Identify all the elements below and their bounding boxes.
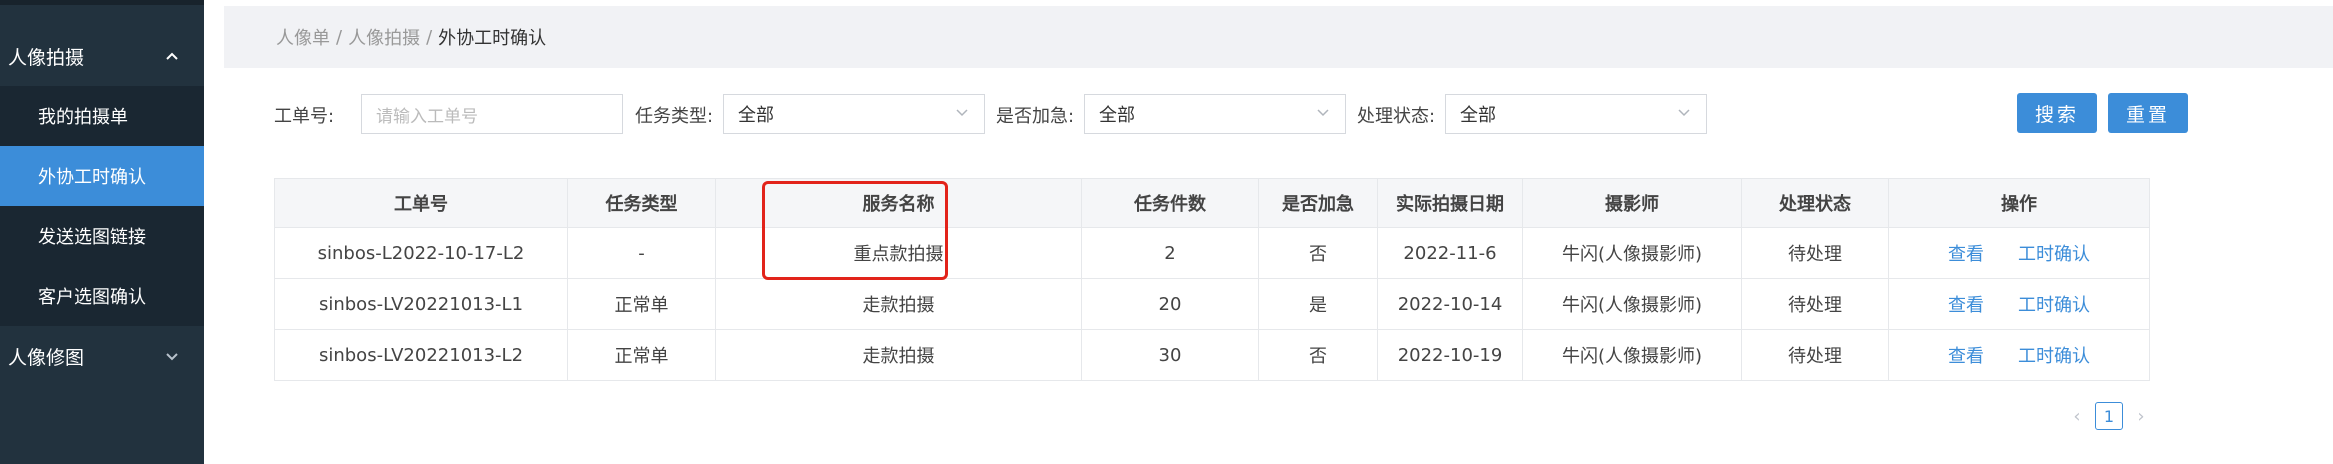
table-header-cell: 服务名称 (716, 179, 1082, 227)
next-page-button[interactable]: › (2131, 406, 2151, 427)
table-header-row: 工单号 任务类型 服务名称 任务件数 是否加急 实际拍摄日期 摄影师 处理状态 … (275, 179, 2150, 228)
table-header-cell: 操作 (1889, 179, 2150, 227)
sidebar-item-label: 我的拍摄单 (38, 107, 128, 128)
sidebar-group-label: 人像拍摄 (8, 46, 85, 69)
sidebar-item-label: 客户选图确认 (38, 287, 146, 308)
photographer-cell: 牛闪(人像摄影师) (1523, 228, 1742, 278)
status-cell: 待处理 (1742, 330, 1889, 380)
sidebar-item-client-selection-confirm[interactable]: 客户选图确认 (0, 266, 204, 326)
table-header-cell: 实际拍摄日期 (1378, 179, 1523, 227)
task-type-cell: 正常单 (568, 279, 716, 329)
urgent-cell: 否 (1259, 330, 1378, 380)
order-no-cell: sinbos-L2022-10-17-L2 (275, 228, 568, 278)
confirm-hours-link[interactable]: 工时确认 (2018, 342, 2090, 368)
urgent-cell: 是 (1259, 279, 1378, 329)
task-type-select[interactable]: 全部 (723, 94, 985, 134)
chevron-down-icon (1678, 109, 1690, 117)
actions-cell: 查看 工时确认 (1889, 228, 2150, 278)
chevron-down-icon (956, 109, 968, 117)
sidebar-item-my-shoot-orders[interactable]: 我的拍摄单 (0, 86, 204, 146)
sidebar-item-outsource-hours-confirm[interactable]: 外协工时确认 (0, 146, 204, 206)
count-cell: 20 (1082, 279, 1259, 329)
view-link[interactable]: 查看 (1948, 240, 1984, 266)
view-link[interactable]: 查看 (1948, 342, 1984, 368)
prev-page-button[interactable]: ‹ (2067, 406, 2087, 427)
urgent-select[interactable]: 全部 (1084, 94, 1346, 134)
chevron-up-icon (166, 52, 178, 60)
actions-cell: 查看 工时确认 (1889, 279, 2150, 329)
pagination: ‹ 1 › (2067, 402, 2151, 430)
confirm-hours-link[interactable]: 工时确认 (2018, 240, 2090, 266)
date-cell: 2022-10-14 (1378, 279, 1523, 329)
confirm-hours-link[interactable]: 工时确认 (2018, 291, 2090, 317)
chevron-down-icon (166, 353, 178, 361)
reset-button[interactable]: 重置 (2108, 93, 2188, 133)
table-header-cell: 任务件数 (1082, 179, 1259, 227)
table-header-cell: 处理状态 (1742, 179, 1889, 227)
table-header-cell: 是否加急 (1259, 179, 1378, 227)
status-value: 全部 (1460, 105, 1496, 126)
table-row: sinbos-L2022-10-17-L2 - 重点款拍摄 2 否 2022-1… (275, 228, 2150, 279)
breadcrumb-item[interactable]: 人像拍摄 (348, 24, 420, 50)
status-cell: 待处理 (1742, 228, 1889, 278)
service-cell: 走款拍摄 (716, 279, 1082, 329)
task-type-label: 任务类型: (635, 106, 714, 127)
service-cell: 重点款拍摄 (716, 228, 1082, 278)
status-select[interactable]: 全部 (1445, 94, 1707, 134)
sidebar: 人像拍摄 我的拍摄单 外协工时确认 发送选图链接 客户选图确认 人像修图 (0, 0, 204, 464)
order-no-cell: sinbos-LV20221013-L2 (275, 330, 568, 380)
sidebar-item-send-selection-link[interactable]: 发送选图链接 (0, 206, 204, 266)
breadcrumb-separator: / (426, 26, 433, 48)
actions-cell: 查看 工时确认 (1889, 330, 2150, 380)
urgent-label: 是否加急: (996, 106, 1075, 127)
status-cell: 待处理 (1742, 279, 1889, 329)
sidebar-group-portrait-shooting[interactable]: 人像拍摄 (0, 26, 204, 86)
main-content: 人像单 / 人像拍摄 / 外协工时确认 工单号: 请输入工单号 任务类型: 全部… (204, 0, 2333, 464)
breadcrumb-bar: 人像单 / 人像拍摄 / 外协工时确认 (224, 6, 2333, 68)
task-type-cell: - (568, 228, 716, 278)
search-button[interactable]: 搜索 (2017, 93, 2097, 133)
photographer-cell: 牛闪(人像摄影师) (1523, 330, 1742, 380)
date-cell: 2022-11-6 (1378, 228, 1523, 278)
view-link[interactable]: 查看 (1948, 291, 1984, 317)
breadcrumb: 人像单 / 人像拍摄 / 外协工时确认 (276, 6, 546, 68)
order-no-input[interactable]: 请输入工单号 (361, 94, 623, 134)
status-label: 处理状态: (1357, 106, 1436, 127)
orders-table: 工单号 任务类型 服务名称 任务件数 是否加急 实际拍摄日期 摄影师 处理状态 … (274, 178, 2150, 381)
sidebar-group-label: 人像修图 (8, 346, 85, 369)
urgent-value: 全部 (1099, 105, 1135, 126)
breadcrumb-item[interactable]: 人像单 (276, 24, 330, 50)
task-type-value: 全部 (738, 105, 774, 126)
order-no-cell: sinbos-LV20221013-L1 (275, 279, 568, 329)
count-cell: 2 (1082, 228, 1259, 278)
table-row: sinbos-LV20221013-L2 正常单 走款拍摄 30 否 2022-… (275, 330, 2150, 381)
photographer-cell: 牛闪(人像摄影师) (1523, 279, 1742, 329)
table-header-cell: 摄影师 (1523, 179, 1742, 227)
sidebar-item-label: 发送选图链接 (38, 227, 146, 248)
service-cell: 走款拍摄 (716, 330, 1082, 380)
table-row: sinbos-LV20221013-L1 正常单 走款拍摄 20 是 2022-… (275, 279, 2150, 330)
urgent-cell: 否 (1259, 228, 1378, 278)
table-header-cell: 任务类型 (568, 179, 716, 227)
date-cell: 2022-10-19 (1378, 330, 1523, 380)
sidebar-top-divider (0, 0, 204, 5)
breadcrumb-current: 外协工时确认 (438, 28, 547, 49)
task-type-cell: 正常单 (568, 330, 716, 380)
order-no-placeholder: 请输入工单号 (376, 106, 478, 127)
page-number-button[interactable]: 1 (2095, 402, 2123, 430)
sidebar-item-label: 外协工时确认 (38, 167, 146, 188)
count-cell: 30 (1082, 330, 1259, 380)
table-header-cell: 工单号 (275, 179, 568, 227)
order-no-label: 工单号: (274, 106, 335, 127)
chevron-down-icon (1317, 109, 1329, 117)
sidebar-group-portrait-retouch[interactable]: 人像修图 (0, 326, 204, 386)
breadcrumb-separator: / (336, 26, 343, 48)
